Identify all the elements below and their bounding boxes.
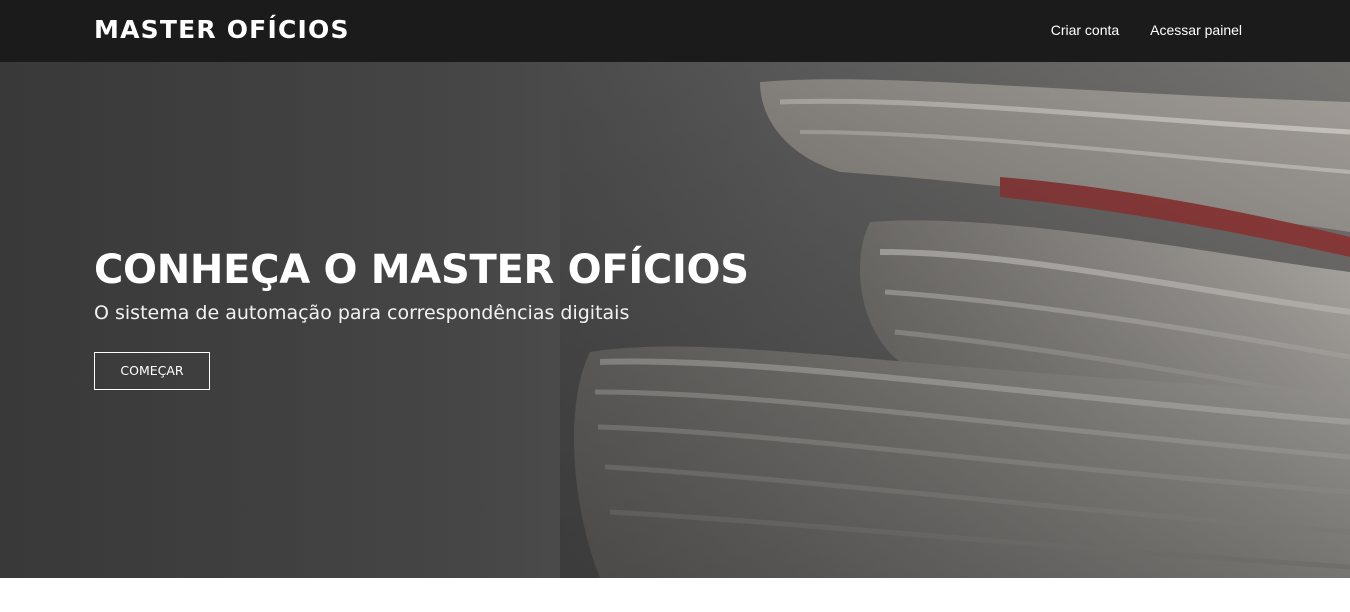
top-navbar: MASTER OFÍCIOS Criar conta Acessar paine… <box>0 0 1350 62</box>
nav-links: Criar conta Acessar painel <box>1051 21 1242 39</box>
nav-link-acessar-painel[interactable]: Acessar painel <box>1150 21 1242 39</box>
brand-logo-link[interactable]: MASTER OFÍCIOS <box>94 14 350 46</box>
below-hero-area <box>0 578 1350 612</box>
hero-section: CONHEÇA O MASTER OFÍCIOS O sistema de au… <box>0 62 1350 578</box>
nav-link-criar-conta[interactable]: Criar conta <box>1051 21 1119 39</box>
comecar-button[interactable]: COMEÇAR <box>94 352 210 390</box>
hero-title: CONHEÇA O MASTER OFÍCIOS <box>94 247 749 293</box>
hero-content: CONHEÇA O MASTER OFÍCIOS O sistema de au… <box>94 246 749 390</box>
hero-subtitle: O sistema de automação para correspondên… <box>94 302 630 324</box>
